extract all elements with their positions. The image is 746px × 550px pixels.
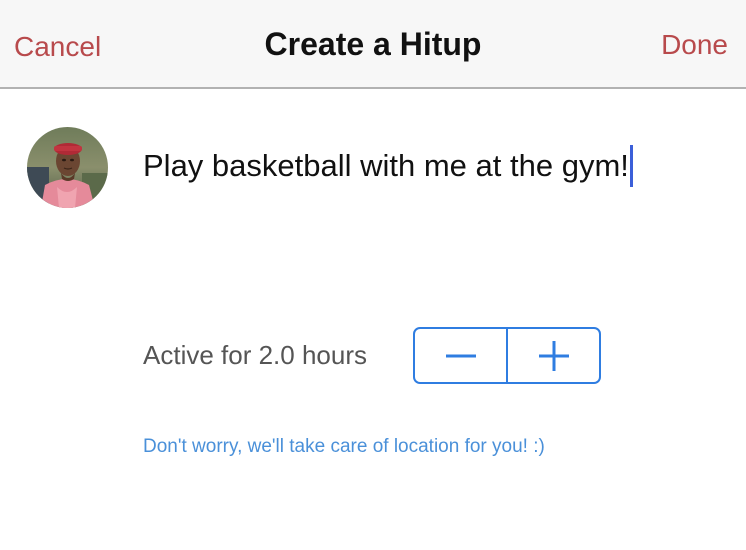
- duration-stepper[interactable]: [413, 327, 601, 384]
- duration-label: Active for 2.0 hours: [143, 340, 367, 370]
- avatar-photo: [27, 127, 108, 208]
- minus-icon: [445, 354, 476, 357]
- done-button[interactable]: Done: [661, 29, 728, 61]
- create-hitup-screen: Cancel Create a Hitup Done Play basketba…: [0, 0, 746, 550]
- plus-icon: [538, 340, 569, 371]
- message-input[interactable]: Play basketball with me at the gym!: [143, 145, 633, 187]
- avatar: [27, 127, 108, 208]
- page-title: Create a Hitup: [264, 26, 482, 62]
- increment-button[interactable]: [508, 329, 599, 382]
- decrement-button[interactable]: [415, 329, 506, 382]
- text-caret: [629, 145, 633, 187]
- navigation-bar: Cancel Create a Hitup Done: [0, 0, 746, 89]
- message-text: Play basketball with me at the gym!: [143, 148, 629, 183]
- location-note: Don't worry, we'll take care of location…: [143, 436, 545, 457]
